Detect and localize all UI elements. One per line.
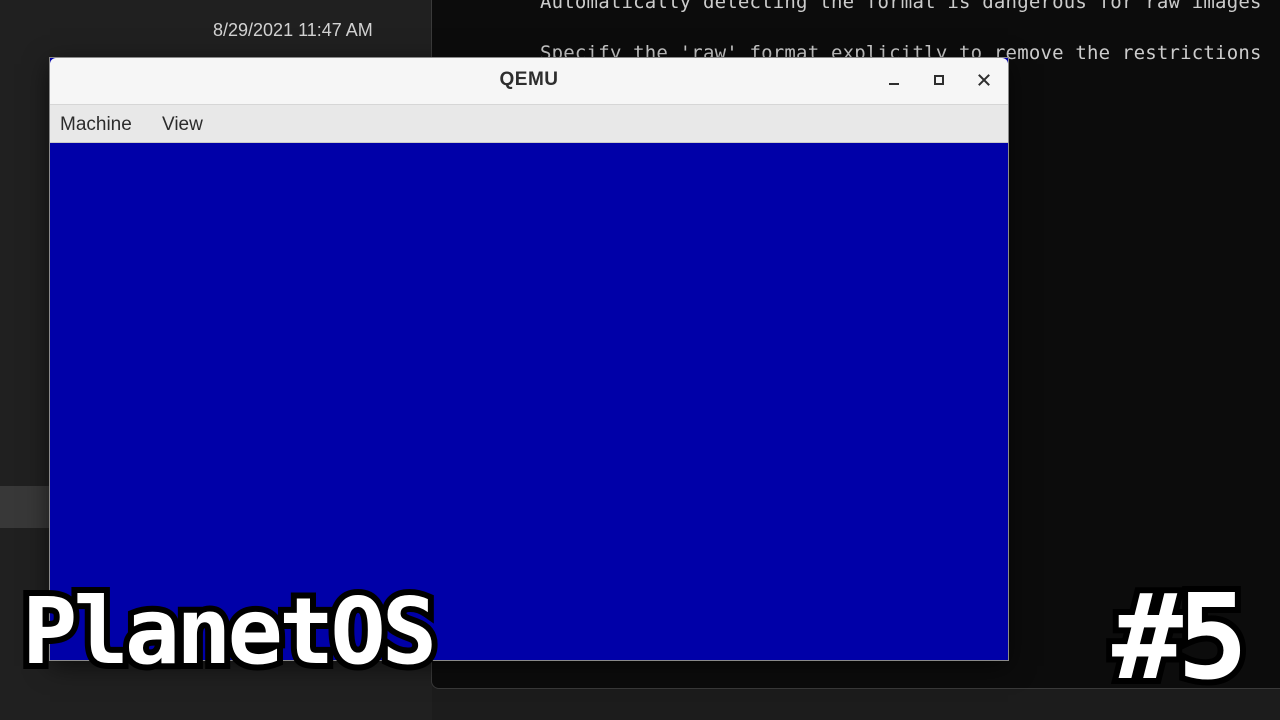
file-date-modified: 8/29/2021 11:47 AM <box>213 20 373 40</box>
episode-number-overlay: #5 <box>1106 568 1254 706</box>
desktop: 8/29/2021 11:47 AM Automatically detecti… <box>0 0 1280 720</box>
menu-machine[interactable]: Machine <box>60 114 132 136</box>
minimize-button[interactable] <box>881 67 907 93</box>
qemu-window: QEMU Machine View <box>50 58 1008 660</box>
terminal-line: Automatically detecting the format is da… <box>540 0 1262 13</box>
qemu-menubar: Machine View <box>50 105 1008 143</box>
maximize-icon <box>934 75 944 85</box>
close-icon <box>978 74 990 86</box>
file-explorer-selected-row[interactable] <box>0 486 50 528</box>
video-title-overlay: PlanetOS <box>16 578 443 685</box>
minimize-icon <box>889 83 899 85</box>
close-button[interactable] <box>971 67 997 93</box>
qemu-titlebar[interactable]: QEMU <box>50 58 1008 105</box>
window-title: QEMU <box>499 69 559 90</box>
maximize-button[interactable] <box>926 67 952 93</box>
menu-view[interactable]: View <box>162 114 203 136</box>
